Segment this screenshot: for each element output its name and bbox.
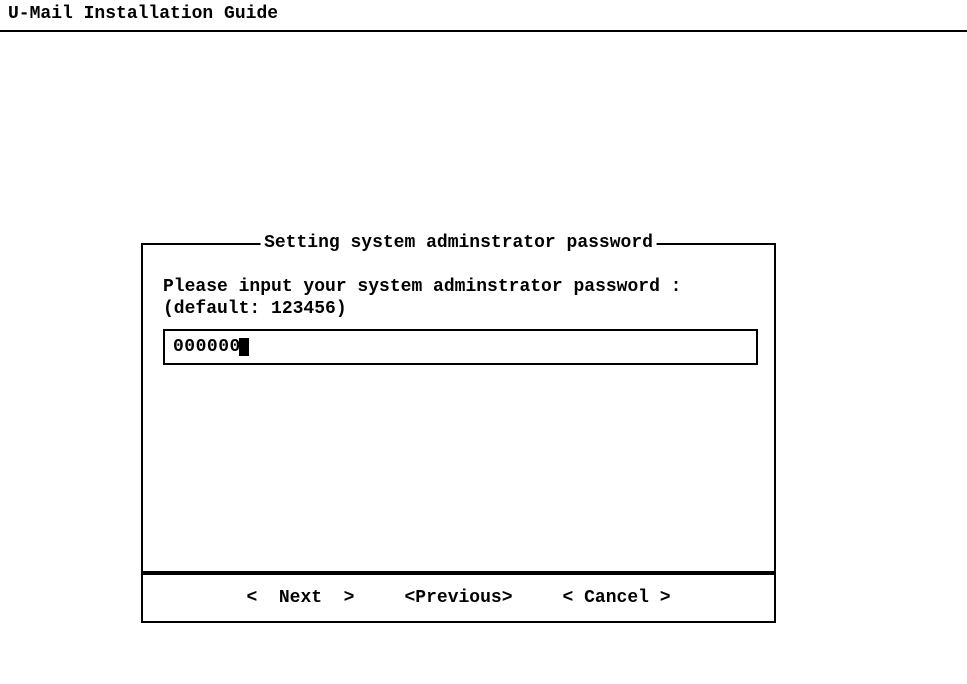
button-bar: < Next > <Previous> < Cancel >	[141, 573, 776, 623]
previous-button[interactable]: <Previous>	[404, 588, 512, 608]
prompt-text-line1: Please input your system adminstrator pa…	[163, 277, 754, 297]
dialog-container: Setting system adminstrator password Ple…	[141, 243, 776, 623]
text-cursor-icon	[239, 338, 249, 356]
password-input-value: 000000	[173, 337, 241, 357]
prompt-text-line2: (default: 123456)	[163, 299, 754, 319]
cancel-button[interactable]: < Cancel >	[563, 588, 671, 608]
dialog-title: Setting system adminstrator password	[260, 233, 657, 253]
page-header: U-Mail Installation Guide	[0, 0, 967, 32]
page-title: U-Mail Installation Guide	[8, 4, 278, 24]
next-button[interactable]: < Next >	[246, 588, 354, 608]
dialog-frame: Setting system adminstrator password Ple…	[141, 243, 776, 573]
dialog-body: Please input your system adminstrator pa…	[143, 245, 774, 385]
password-input[interactable]: 000000	[163, 329, 758, 365]
